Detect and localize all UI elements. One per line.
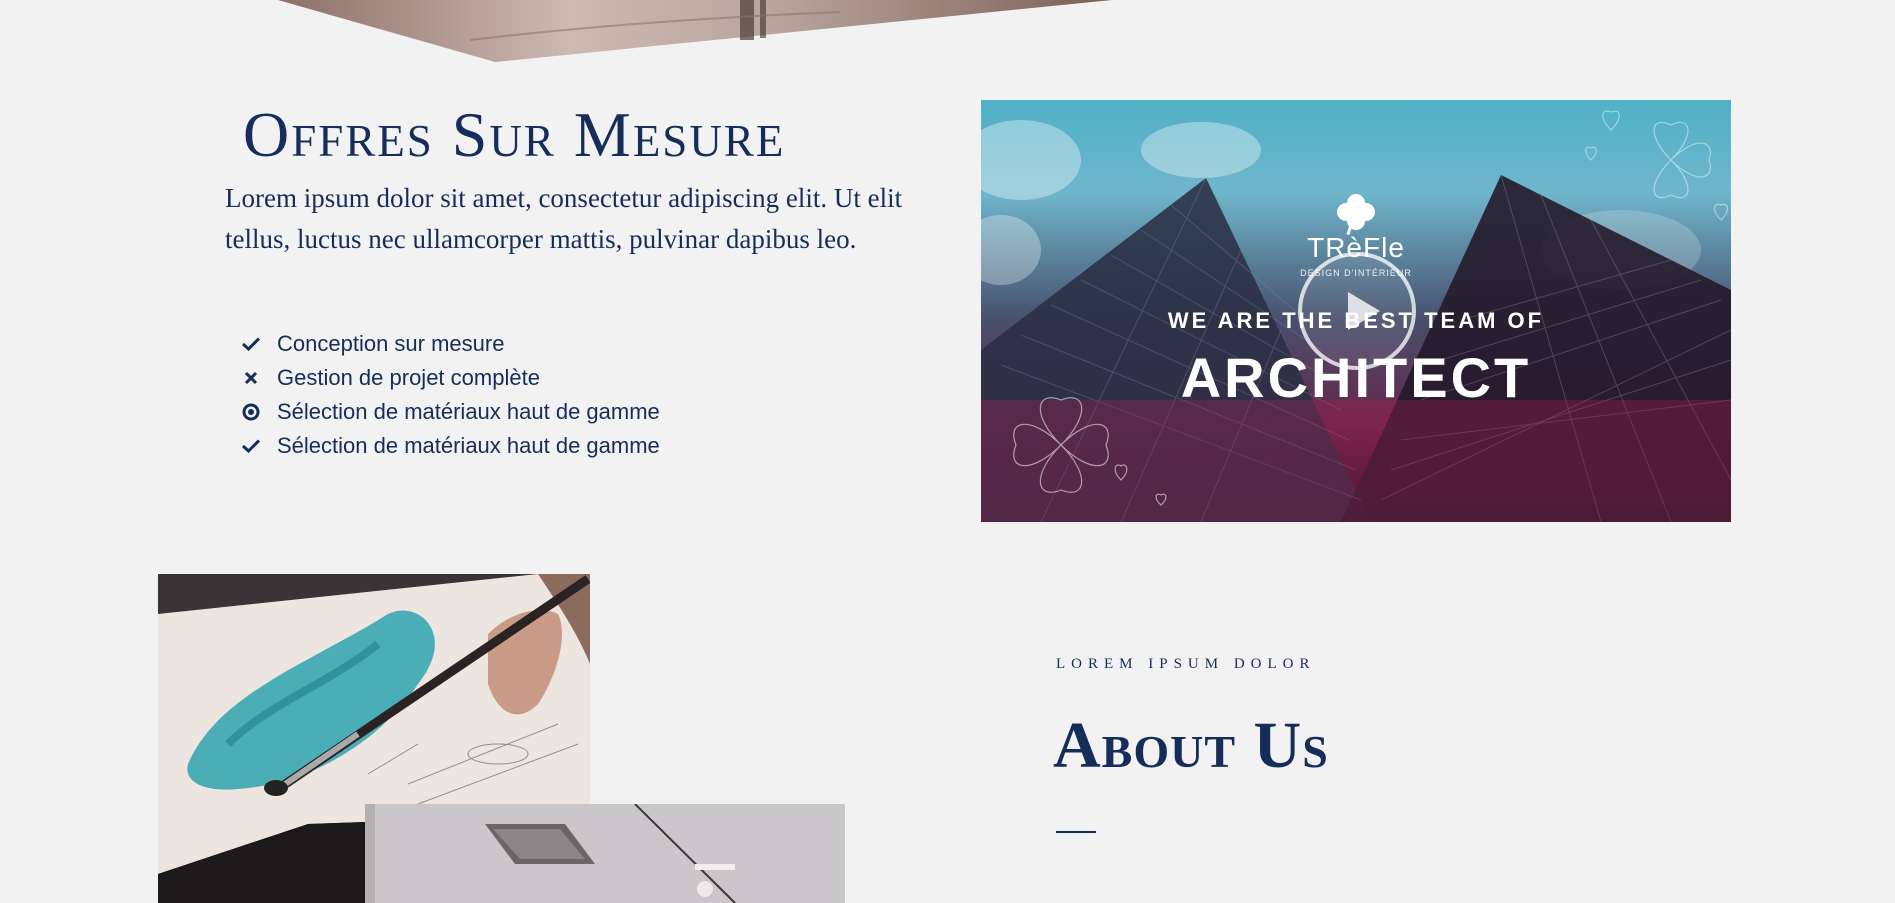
feature-item: Gestion de projet complète [240,361,660,395]
dot-circle-icon [240,401,262,423]
video-card[interactable]: TRèFle DESIGN D'INTÉRIEUR WE ARE THE BES… [981,100,1731,522]
check-icon [240,333,262,355]
times-icon [240,367,262,389]
play-button[interactable] [1298,252,1416,370]
feature-label: Sélection de matériaux haut de gamme [277,433,660,458]
feature-item: Conception sur mesure [240,327,660,361]
play-icon [1348,292,1380,330]
about-eyebrow: LOREM IPSUM DOLOR [1056,656,1316,672]
feature-list: Conception sur mesure Gestion de projet … [240,327,660,463]
feature-item: Sélection de matériaux haut de gamme [240,395,660,429]
feature-label: Sélection de matériaux haut de gamme [277,399,660,424]
page: Offres Sur Mesure Lorem ipsum dolor sit … [0,0,1895,903]
feature-label: Conception sur mesure [277,331,505,356]
hero-image-fragment [278,0,1112,62]
feature-item: Sélection de matériaux haut de gamme [240,429,660,463]
feature-label: Gestion de projet complète [277,365,540,390]
about-title: About Us [1053,709,1329,782]
offres-description: Lorem ipsum dolor sit amet, consectetur … [225,183,903,254]
offres-title: Offres Sur Mesure [243,99,786,170]
interior-image [365,804,845,903]
divider [1056,831,1096,833]
check-icon [240,435,262,457]
